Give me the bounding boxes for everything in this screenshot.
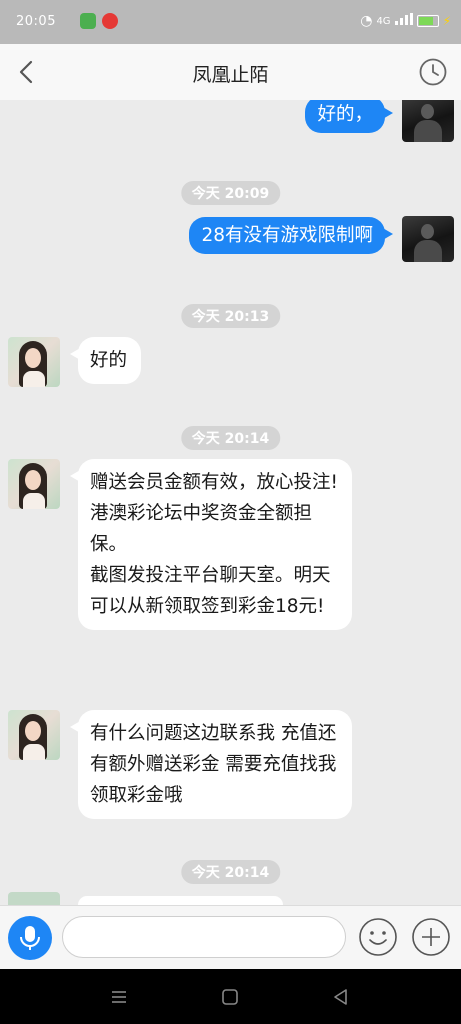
- wifi-icon: ◔: [360, 13, 373, 29]
- more-button[interactable]: [409, 915, 453, 959]
- incoming-message[interactable]: 有什么问题这边联系我 充值还有额外赠送彩金 需要充值找我领取彩金哦: [70, 710, 352, 819]
- status-bar: 20:05 ◔ 4G ⚡: [0, 0, 461, 44]
- status-indicators: ◔ 4G ⚡: [360, 13, 451, 29]
- title-bar: 凤凰止陌: [0, 44, 461, 100]
- incoming-message[interactable]: 好的: [69, 337, 142, 384]
- contact-avatar[interactable]: [8, 710, 60, 760]
- incoming-message[interactable]: 赠送会员金额有效，放心投注! 港澳彩论坛中奖资金全额担保。 截图发投注平台聊天室…: [70, 459, 352, 630]
- menu-icon: [112, 991, 126, 1003]
- timestamp: 今天 20:14: [180, 860, 281, 884]
- timestamp: 今天 20:14: [180, 426, 281, 450]
- back-triangle-icon: [334, 989, 347, 1005]
- app-notification-icon: [102, 13, 118, 29]
- message-line: 港澳彩论坛中奖资金全额担保。: [90, 503, 313, 555]
- nav-back-button[interactable]: [329, 985, 353, 1009]
- microphone-icon: [20, 926, 40, 950]
- plus-icon: [412, 918, 450, 956]
- my-avatar[interactable]: [402, 100, 454, 142]
- clock-icon: [419, 58, 447, 86]
- signal-icon: [394, 13, 413, 29]
- timestamp: 今天 20:13: [180, 304, 281, 328]
- history-button[interactable]: [417, 56, 449, 88]
- network-type: 4G: [376, 15, 391, 27]
- chat-title: 凤凰止陌: [192, 64, 269, 86]
- incoming-message[interactable]: [78, 896, 283, 905]
- nav-home-button[interactable]: [218, 985, 242, 1009]
- status-time: 20:05: [16, 14, 56, 29]
- timestamp: 今天 20:09: [180, 181, 281, 205]
- smiley-icon: [359, 918, 397, 956]
- contact-avatar[interactable]: [8, 459, 60, 509]
- home-icon: [222, 989, 238, 1005]
- outgoing-message[interactable]: 好的，: [305, 100, 393, 133]
- charging-icon: ⚡: [442, 14, 451, 28]
- voice-button[interactable]: [8, 916, 52, 960]
- input-bar: [0, 905, 461, 970]
- my-avatar[interactable]: [402, 216, 454, 262]
- nav-menu-button[interactable]: [107, 985, 131, 1009]
- contact-avatar[interactable]: [8, 892, 60, 905]
- contact-avatar[interactable]: [8, 337, 60, 387]
- outgoing-message[interactable]: 28有没有游戏限制啊: [189, 217, 393, 254]
- app-notification-icon: [80, 13, 96, 29]
- system-nav-bar: [0, 969, 461, 1024]
- battery-icon: [416, 15, 439, 27]
- message-line: 截图发投注平台聊天室。明天可以从新领取签到彩金18元!: [90, 565, 331, 617]
- chat-area[interactable]: 好的， 今天 20:09 28有没有游戏限制啊 今天 20:13 好的 今天 2…: [0, 100, 461, 905]
- message-input[interactable]: [62, 916, 346, 958]
- emoji-button[interactable]: [356, 915, 400, 959]
- message-line: 赠送会员金额有效，放心投注!: [90, 472, 338, 493]
